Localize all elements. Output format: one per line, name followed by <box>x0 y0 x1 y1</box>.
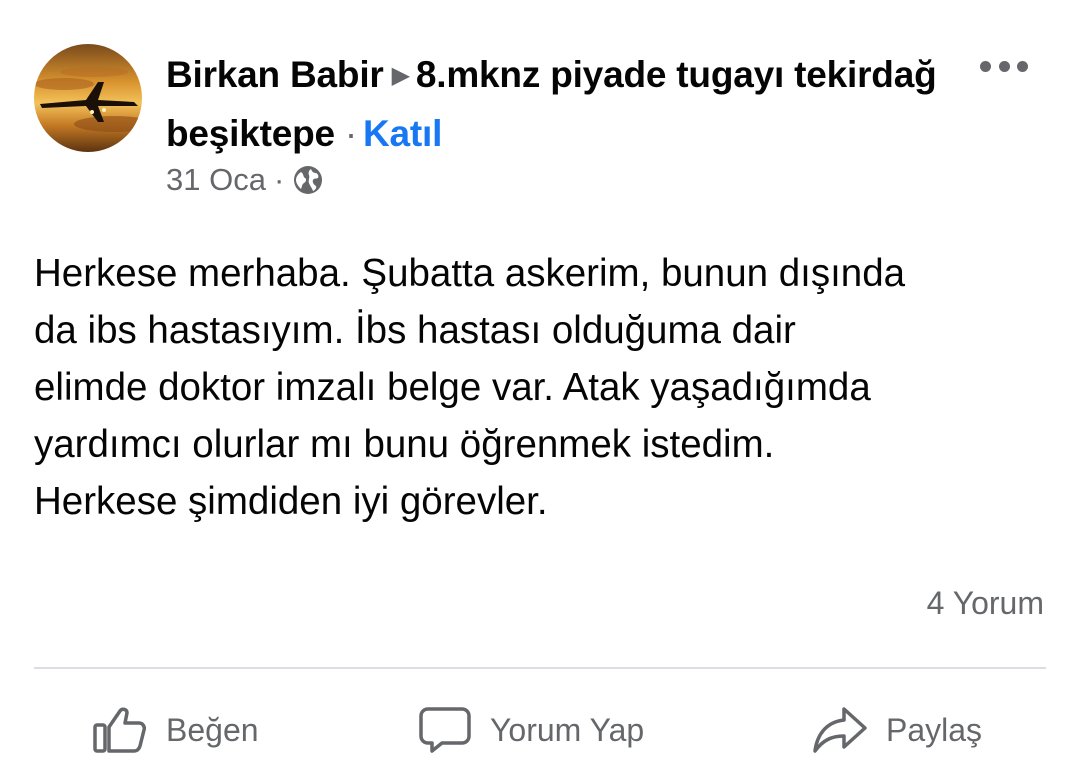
more-options-icon[interactable] <box>980 58 1028 74</box>
comment-count[interactable]: 4 Yorum <box>927 585 1044 622</box>
separator-dot: · <box>344 113 358 154</box>
airplane-sunset-image <box>34 44 142 152</box>
post-body-text: Herkese merhaba. Şubatta askerim, bunun … <box>34 252 906 523</box>
action-bar: Beğen Yorum Yap Paylaş <box>0 690 1080 770</box>
author-avatar[interactable] <box>34 44 142 152</box>
post-card: Birkan Babir ▶ 8.mknz piyade tugayı tekird… <box>0 0 1080 775</box>
comment-label: Yorum Yap <box>490 711 645 748</box>
comment-button[interactable]: Yorum Yap <box>418 690 644 770</box>
post-header: Birkan Babir ▶ 8.mknz piyade tugayı tekird… <box>166 46 946 163</box>
author-name[interactable]: Birkan Babir <box>166 54 384 95</box>
divider <box>34 667 1046 669</box>
like-label: Beğen <box>166 711 259 748</box>
share-arrow-icon <box>813 707 867 753</box>
comment-bubble-icon <box>419 707 471 753</box>
globe-icon <box>294 166 323 194</box>
join-group-link[interactable]: Katıl <box>363 113 442 154</box>
post-date[interactable]: 31 Oca <box>166 162 266 198</box>
share-button[interactable]: Paylaş <box>812 690 982 770</box>
thumbs-up-icon <box>93 707 146 753</box>
share-label: Paylaş <box>886 711 983 748</box>
arrow-right-icon: ▶ <box>391 62 410 89</box>
post-meta: 31 Oca · <box>166 162 324 198</box>
date-separator: · <box>273 162 285 197</box>
like-button[interactable]: Beğen <box>92 690 259 770</box>
